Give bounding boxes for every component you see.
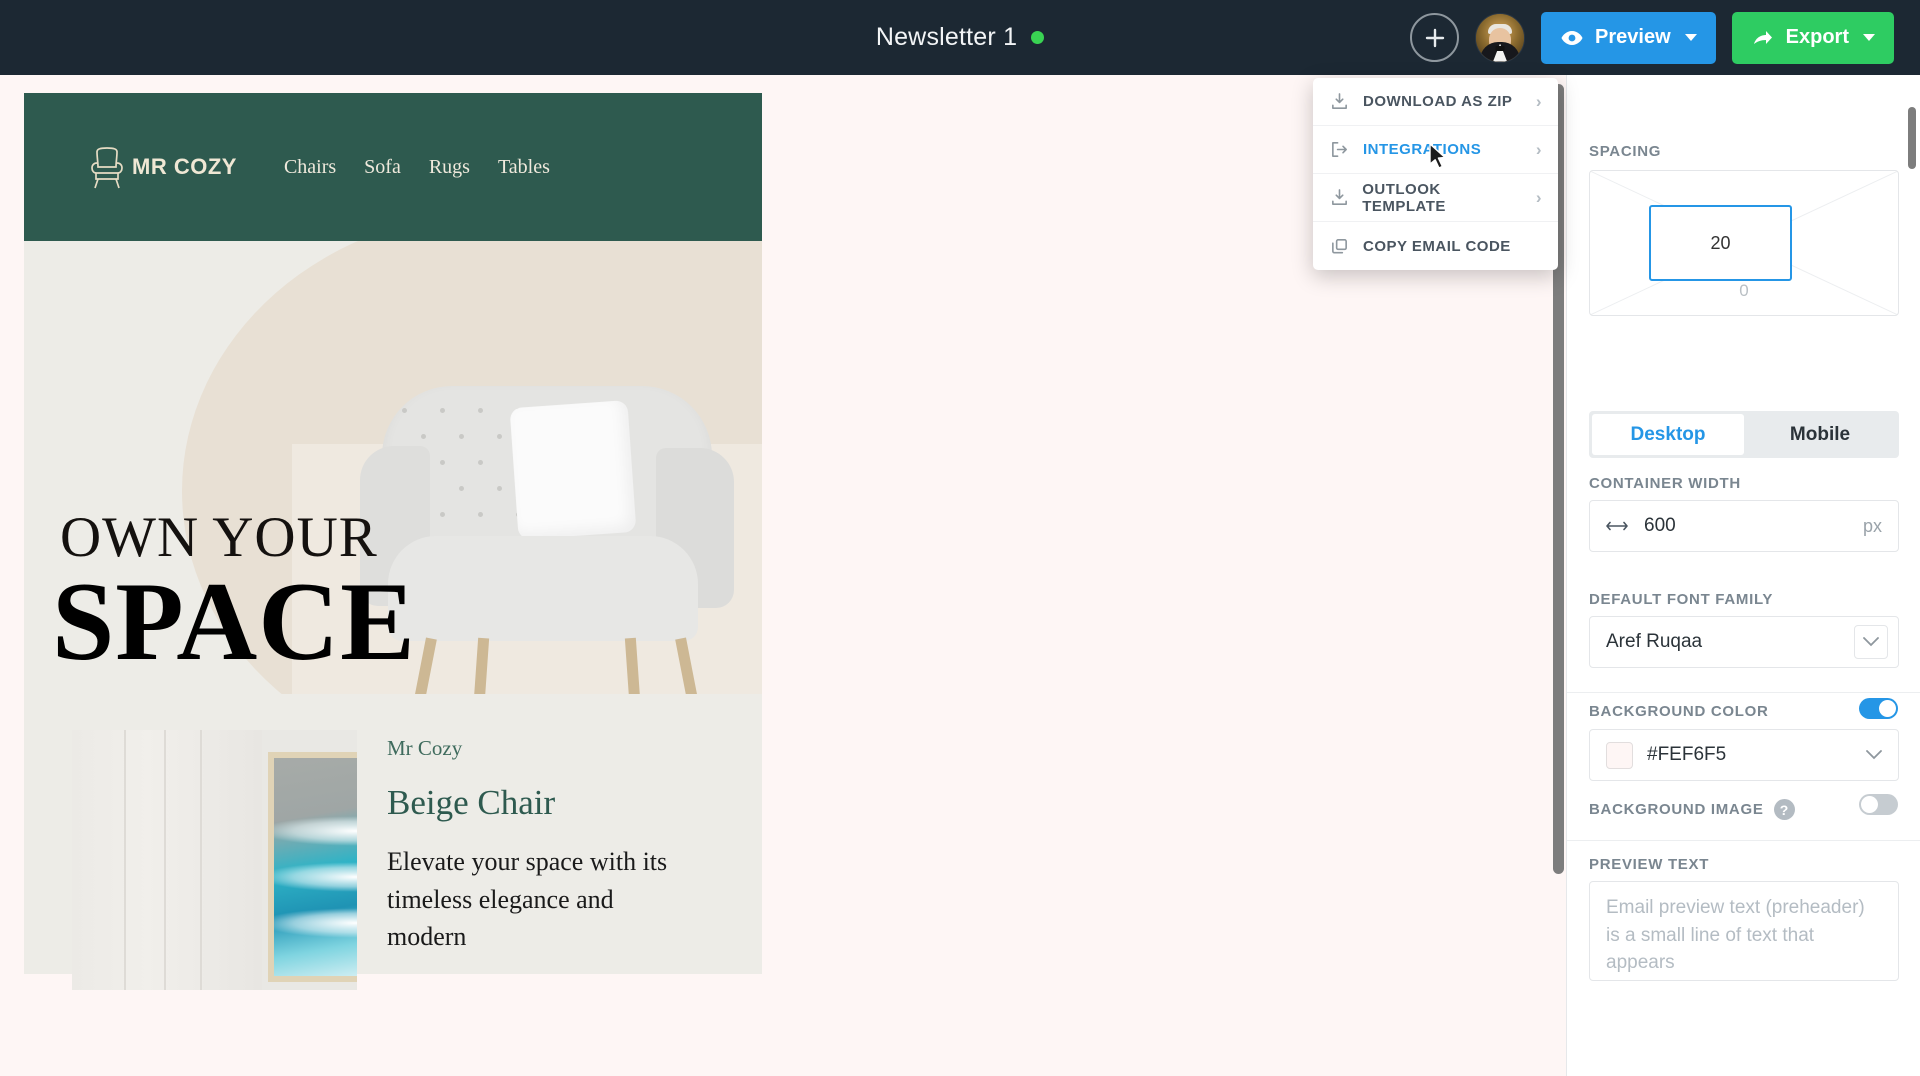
saved-status-dot bbox=[1031, 31, 1045, 44]
preview-text-scrollbar[interactable] bbox=[1908, 107, 1916, 169]
menu-item-label: COPY EMAIL CODE bbox=[1363, 237, 1511, 255]
download-icon bbox=[1329, 92, 1350, 111]
spacing-control[interactable]: 20 0 bbox=[1589, 170, 1899, 316]
divider bbox=[1567, 840, 1920, 841]
menu-item-label: DOWNLOAD AS ZIP bbox=[1363, 93, 1513, 110]
menu-item-download-as-zip[interactable]: DOWNLOAD AS ZIP › bbox=[1313, 78, 1558, 126]
preview-button-label: Preview bbox=[1595, 26, 1671, 48]
menu-item-copy-email-code[interactable]: COPY EMAIL CODE bbox=[1313, 222, 1558, 270]
nav-item-rugs[interactable]: Rugs bbox=[429, 156, 470, 179]
eye-icon bbox=[1561, 30, 1583, 45]
container-width-label: CONTAINER WIDTH bbox=[1589, 475, 1741, 492]
brand-lockup: MR COZY bbox=[84, 142, 237, 192]
container-width-value: 600 bbox=[1644, 515, 1676, 536]
email-hero-block[interactable]: OWN YOUR SPACE bbox=[24, 241, 762, 694]
chevron-right-icon: › bbox=[1535, 91, 1542, 111]
export-button-label: Export bbox=[1785, 26, 1849, 48]
background-image-row: BACKGROUND IMAGE ? bbox=[1589, 799, 1795, 820]
chevron-down-icon bbox=[1863, 34, 1875, 41]
preview-text-input[interactable]: Email preview text (preheader) is a smal… bbox=[1589, 881, 1899, 981]
spacing-value-input[interactable]: 20 bbox=[1649, 205, 1792, 281]
chevron-down-icon bbox=[1684, 34, 1697, 41]
plus-icon bbox=[1425, 28, 1444, 47]
product-image bbox=[72, 730, 357, 990]
background-color-value: #FEF6F5 bbox=[1647, 744, 1727, 765]
background-color-label: BACKGROUND COLOR bbox=[1589, 703, 1769, 720]
product-copy: Mr Cozy Beige Chair Elevate your space w… bbox=[387, 730, 687, 974]
copy-icon bbox=[1329, 237, 1350, 256]
font-family-value: Aref Ruqaa bbox=[1606, 631, 1703, 652]
container-width-unit: px bbox=[1862, 515, 1882, 536]
tab-desktop[interactable]: Desktop bbox=[1592, 414, 1744, 455]
email-template[interactable]: MR COZY Chairs Sofa Rugs Tables OWN YOUR… bbox=[24, 93, 762, 990]
spacing-label: SPACING bbox=[1589, 143, 1662, 160]
color-swatch[interactable] bbox=[1606, 741, 1633, 769]
background-color-toggle[interactable] bbox=[1859, 698, 1898, 719]
container-width-input[interactable]: 600 px bbox=[1589, 500, 1899, 552]
menu-item-outlook-template[interactable]: OUTLOOK TEMPLATE › bbox=[1313, 174, 1558, 222]
preview-button[interactable]: Preview bbox=[1541, 11, 1716, 64]
divider bbox=[1567, 692, 1920, 693]
top-toolbar: Newsletter 1 Preview Export bbox=[0, 0, 1920, 75]
background-color-input[interactable]: #FEF6F5 bbox=[1589, 729, 1899, 781]
background-image-toggle[interactable] bbox=[1859, 794, 1898, 815]
hero-headline-line2: SPACE bbox=[52, 560, 416, 684]
page-title: Newsletter 1 bbox=[875, 23, 1018, 51]
device-toggle[interactable]: Desktop Mobile bbox=[1589, 411, 1899, 458]
help-icon[interactable]: ? bbox=[1773, 799, 1795, 820]
hero-headline-line1: OWN YOUR bbox=[60, 506, 378, 569]
menu-item-label: INTEGRATIONS bbox=[1363, 141, 1482, 158]
product-description: Elevate your space with its timeless ele… bbox=[387, 847, 668, 952]
email-product-block[interactable]: Mr Cozy Beige Chair Elevate your space w… bbox=[24, 694, 762, 990]
spacing-bottom-value[interactable]: 0 bbox=[1590, 281, 1898, 301]
export-dropdown-menu[interactable]: DOWNLOAD AS ZIP › INTEGRATIONS › OUTLOOK… bbox=[1313, 78, 1558, 270]
settings-panel: SPACING 20 0 Desktop Mobile CONTAINER WI… bbox=[1566, 75, 1920, 1076]
toolbar-actions: Preview Export bbox=[1410, 0, 1894, 75]
background-image-label: BACKGROUND IMAGE bbox=[1589, 801, 1764, 818]
tab-mobile[interactable]: Mobile bbox=[1744, 414, 1896, 455]
framed-artwork bbox=[268, 752, 357, 982]
product-brand: Mr Cozy bbox=[387, 736, 463, 760]
add-button[interactable] bbox=[1410, 13, 1460, 62]
preview-text-label: PREVIEW TEXT bbox=[1589, 856, 1710, 873]
font-family-label: DEFAULT FONT FAMILY bbox=[1589, 591, 1774, 608]
export-button[interactable]: Export bbox=[1731, 11, 1894, 64]
nav-item-chairs[interactable]: Chairs bbox=[284, 156, 336, 179]
email-header-block[interactable]: MR COZY Chairs Sofa Rugs Tables bbox=[24, 93, 762, 241]
email-nav: Chairs Sofa Rugs Tables bbox=[284, 156, 550, 179]
chevron-down-icon[interactable] bbox=[1866, 744, 1882, 766]
menu-item-label: OUTLOOK TEMPLATE bbox=[1362, 180, 1446, 215]
brand-name: MR COZY bbox=[132, 154, 237, 179]
share-arrow-icon bbox=[1753, 30, 1772, 44]
font-family-select[interactable]: Aref Ruqaa bbox=[1589, 616, 1899, 668]
chevron-right-icon: › bbox=[1535, 139, 1542, 159]
nav-item-tables[interactable]: Tables bbox=[498, 156, 550, 179]
product-title: Beige Chair bbox=[387, 783, 556, 822]
chevron-down-icon[interactable] bbox=[1854, 625, 1888, 659]
arrows-horizontal-icon bbox=[1606, 521, 1628, 531]
logout-arrow-icon bbox=[1329, 140, 1350, 159]
chevron-right-icon: › bbox=[1535, 187, 1542, 207]
chair-logo-icon bbox=[91, 147, 123, 189]
download-icon bbox=[1329, 188, 1349, 207]
avatar[interactable] bbox=[1475, 12, 1526, 63]
menu-item-integrations[interactable]: INTEGRATIONS › bbox=[1313, 126, 1558, 174]
nav-item-sofa[interactable]: Sofa bbox=[364, 156, 401, 179]
